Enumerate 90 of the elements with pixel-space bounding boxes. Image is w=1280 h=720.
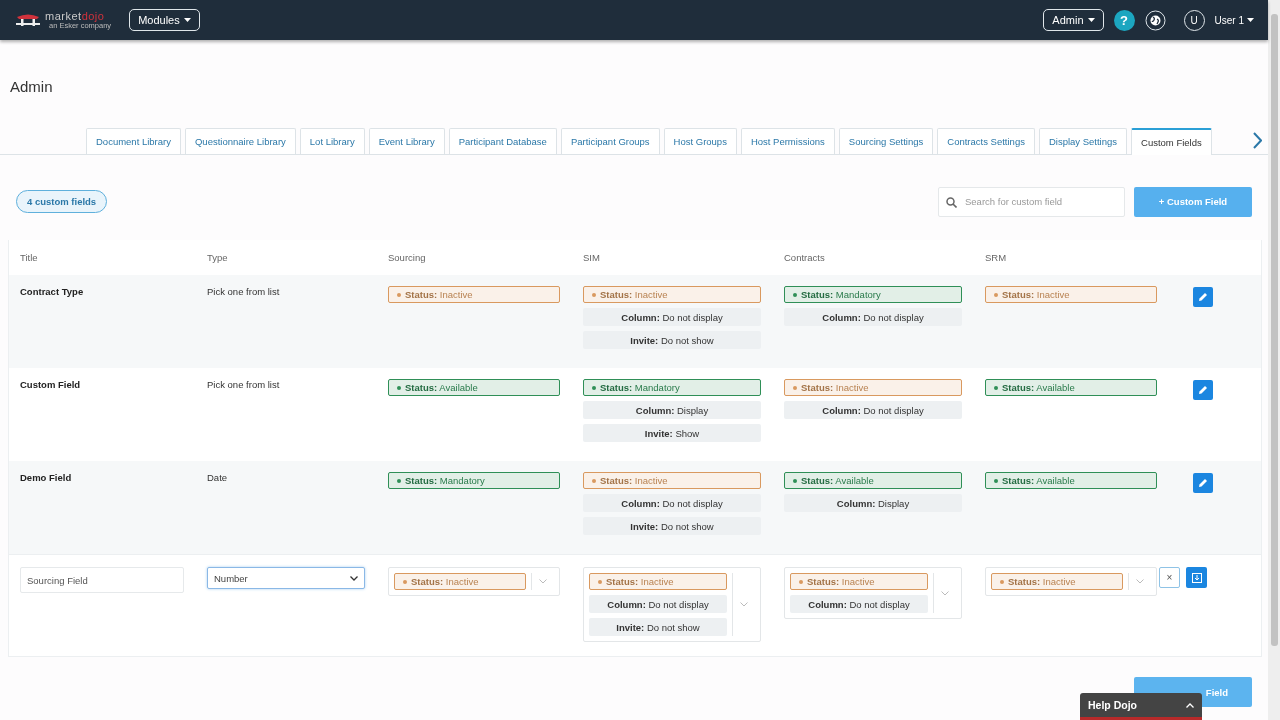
pencil-icon	[1198, 478, 1208, 488]
chevron-down-icon	[941, 590, 949, 596]
status-pill: Status: Inactive	[589, 573, 727, 590]
tab[interactable]: Sourcing Settings	[838, 128, 934, 154]
status-pill: Status: Mandatory	[388, 472, 560, 489]
tab[interactable]: Lot Library	[299, 128, 365, 154]
save-icon	[1191, 572, 1202, 583]
caret-icon	[1247, 18, 1254, 22]
logo-icon	[14, 13, 42, 27]
status-pill: Status: Available	[784, 472, 962, 489]
setting-label: Invite: Do not show	[583, 331, 761, 349]
modules-button[interactable]: Modules	[129, 9, 200, 31]
pencil-icon	[1198, 292, 1208, 302]
tab[interactable]: Participant Database	[448, 128, 557, 154]
setting-label: Invite: Show	[583, 424, 761, 442]
tab[interactable]: Host Groups	[663, 128, 737, 154]
column-header: Sourcing	[388, 252, 427, 263]
scrollbar[interactable]	[1268, 0, 1280, 720]
status-pill: Status: Inactive	[985, 286, 1157, 303]
tab[interactable]: Document Library	[86, 128, 181, 154]
globe-icon[interactable]	[1144, 9, 1166, 31]
table-cell-text: Date	[207, 472, 229, 485]
column-header: SIM	[583, 252, 601, 263]
tab[interactable]: Event Library	[368, 128, 445, 154]
status-pill: Status: Inactive	[388, 286, 560, 303]
column-header: Contracts	[784, 252, 826, 263]
chevron-down-icon	[350, 575, 358, 581]
status-pill: Status: Mandatory	[583, 379, 761, 396]
caret-icon	[1087, 18, 1095, 22]
chevron-down-icon	[1136, 579, 1144, 584]
search-field[interactable]: Search for custom field	[938, 186, 1125, 217]
setting-label: Column: Do not display	[790, 595, 928, 613]
setting-label: Column: Display	[583, 401, 761, 419]
settings-dropdown[interactable]: Status: Inactive Column: Do not display	[784, 567, 962, 619]
column-header: SRM	[985, 252, 1008, 263]
setting-label: Column: Do not display	[784, 401, 962, 419]
save-button[interactable]	[1186, 567, 1207, 588]
column-header: Title	[20, 252, 39, 263]
tab[interactable]: Participant Groups	[560, 128, 660, 154]
setting-label: Column: Display	[784, 494, 962, 512]
edit-button[interactable]	[1193, 287, 1213, 307]
chevron-down-icon	[539, 579, 547, 584]
status-pill: Status: Available	[388, 379, 560, 396]
status-pill: Status: Mandatory	[784, 286, 962, 303]
status-pill: Status: Inactive	[784, 379, 962, 396]
search-icon	[946, 196, 957, 208]
settings-dropdown[interactable]: Status: Inactive	[388, 567, 560, 596]
status-pill: Status: Inactive	[583, 472, 761, 489]
edit-button[interactable]	[1193, 473, 1213, 493]
setting-label: Invite: Do not show	[583, 517, 761, 535]
user-menu[interactable]: User 1	[1214, 14, 1254, 26]
chevron-up-icon[interactable]	[1186, 702, 1194, 708]
setting-label: Column: Do not display	[589, 595, 727, 613]
status-pill: Status: Inactive	[991, 573, 1123, 590]
table-cell-text: Contract Type	[20, 286, 85, 299]
settings-dropdown[interactable]: Status: Inactive	[985, 567, 1157, 596]
logo-text: marketdojo	[45, 10, 106, 22]
setting-label: Column: Do not display	[583, 494, 761, 512]
settings-dropdown[interactable]: Status: Inactive Column: Do not display Invite: Do not show	[583, 567, 761, 642]
status-pill: Status: Inactive	[394, 573, 526, 590]
page-title: Admin	[10, 78, 54, 95]
title-input-field[interactable]: Sourcing Field	[20, 567, 184, 593]
tab[interactable]: Host Permissions	[740, 128, 835, 154]
table-cell-text: Pick one from list	[207, 286, 281, 299]
setting-label: Column: Do not display	[583, 308, 761, 326]
caret-icon	[183, 18, 191, 22]
tab[interactable]: Questionnaire Library	[185, 128, 296, 154]
chevron-right-icon[interactable]	[1253, 132, 1262, 149]
setting-label: Invite: Do not show	[589, 618, 727, 636]
type-select[interactable]: Number	[207, 567, 365, 589]
setting-label: Column: Do not display	[784, 308, 962, 326]
pencil-icon	[1198, 385, 1208, 395]
chevron-down-icon	[740, 602, 748, 607]
status-pill: Status: Inactive	[790, 573, 928, 590]
tab[interactable]: Custom Fields	[1131, 128, 1212, 155]
help-button[interactable]: ?	[1113, 9, 1135, 31]
count-badge: 4 custom fields	[16, 190, 108, 213]
table-cell-text: Custom Field	[20, 379, 82, 392]
admin-button[interactable]: Admin	[1043, 9, 1104, 31]
status-pill: Status: Available	[985, 379, 1157, 396]
status-pill: Status: Inactive	[583, 286, 761, 303]
tab[interactable]: Contracts Settings	[937, 128, 1035, 154]
edit-button[interactable]	[1193, 380, 1213, 400]
cancel-button[interactable]: ×	[1159, 567, 1180, 588]
help-dialog-title[interactable]: Help Dojo	[1088, 699, 1137, 711]
status-pill: Status: Available	[985, 472, 1157, 489]
column-header: Type	[207, 252, 229, 263]
tab[interactable]: Display Settings	[1038, 128, 1128, 154]
table-cell-text: Demo Field	[20, 472, 73, 485]
table-cell-text: Pick one from list	[207, 379, 281, 392]
